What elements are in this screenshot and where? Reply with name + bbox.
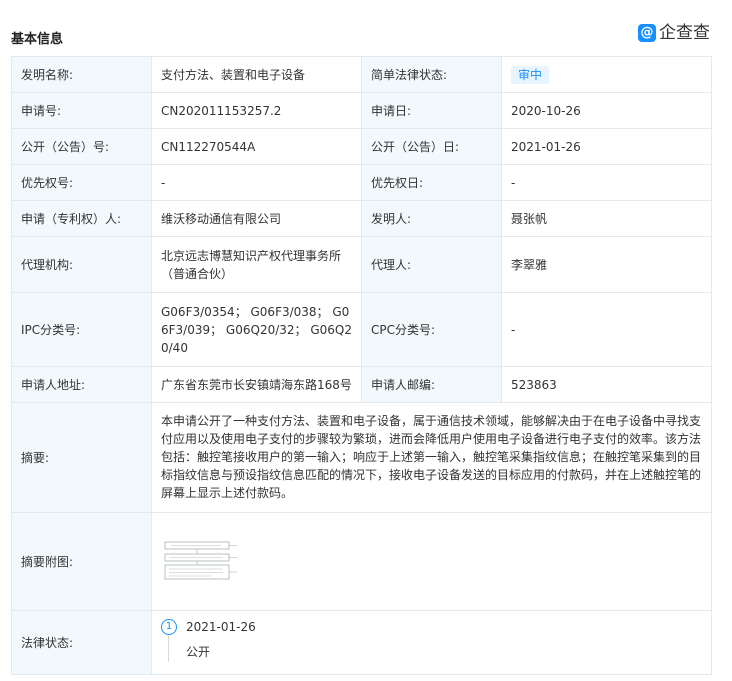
application-date-value: 2020-10-26 — [501, 92, 712, 129]
application-date-label: 申请日: — [361, 92, 502, 129]
table-row: 申请人地址: 广东省东莞市长安镇靖海东路168号 申请人邮编: 523863 — [11, 366, 712, 403]
inventor-value: 聂张帆 — [501, 200, 712, 237]
section-header: 基本信息 @ 企查查 — [0, 0, 732, 56]
ipc-label: IPC分类号: — [11, 292, 152, 367]
table-row: 发明名称: 支付方法、装置和电子设备 简单法律状态: 审中 — [11, 56, 712, 93]
status-badge: 审中 — [511, 65, 550, 84]
ipc-value: G06F3/0354； G06F3/038； G06F3/039； G06Q20… — [151, 292, 362, 367]
postcode-value: 523863 — [501, 366, 712, 403]
timeline-step-number: 1 — [161, 618, 177, 635]
publication-date-value: 2021-01-26 — [501, 128, 712, 165]
abstract-figure-thumbnail[interactable] — [161, 540, 253, 584]
table-row: 摘要: 本申请公开了一种支付方法、装置和电子设备，属于通信技术领域，能够解决由于… — [11, 402, 712, 513]
publication-no-value: CN112270544A — [151, 128, 362, 165]
postcode-label: 申请人邮编: — [361, 366, 502, 403]
address-value: 广东省东莞市长安镇靖海东路168号 — [151, 366, 362, 403]
cpc-label: CPC分类号: — [361, 292, 502, 367]
applicant-link[interactable]: 维沃移动通信有限公司 — [151, 200, 362, 237]
invention-name-label: 发明名称: — [11, 56, 152, 93]
priority-no-value: - — [151, 164, 362, 201]
timeline-status: 公开 — [186, 644, 211, 659]
table-row: 代理机构: 北京远志博慧知识产权代理事务所（普通合伙） 代理人: 李翠雅 — [11, 236, 712, 293]
legal-status-brief-cell: 审中 — [501, 56, 712, 93]
cpc-value: - — [501, 292, 712, 367]
agent-label: 代理人: — [361, 236, 502, 293]
abstract-figure-label: 摘要附图: — [11, 512, 152, 611]
priority-no-label: 优先权号: — [11, 164, 152, 201]
table-row: 申请号: CN202011153257.2 申请日: 2020-10-26 — [11, 92, 712, 129]
qichacha-logo-icon: @ — [638, 24, 656, 42]
table-row: 法律状态: 1 2021-01-26 公开 — [11, 610, 712, 675]
section-title: 基本信息 — [11, 32, 64, 47]
invention-name-value: 支付方法、装置和电子设备 — [151, 56, 362, 93]
priority-date-value: - — [501, 164, 712, 201]
applicant-label: 申请（专利权）人: — [11, 200, 152, 237]
legal-status-label: 法律状态: — [11, 610, 152, 675]
legal-status-timeline: 1 2021-01-26 公开 — [161, 618, 702, 667]
legal-status-cell: 1 2021-01-26 公开 — [151, 610, 712, 675]
agency-label: 代理机构: — [11, 236, 152, 293]
table-row: 申请（专利权）人: 维沃移动通信有限公司 发明人: 聂张帆 — [11, 200, 712, 237]
application-no-label: 申请号: — [11, 92, 152, 129]
abstract-text: 本申请公开了一种支付方法、装置和电子设备，属于通信技术领域，能够解决由于在电子设… — [151, 402, 712, 513]
agent-value: 李翠雅 — [501, 236, 712, 293]
patent-info-table: 发明名称: 支付方法、装置和电子设备 简单法律状态: 审中 申请号: CN202… — [11, 56, 712, 675]
address-label: 申请人地址: — [11, 366, 152, 403]
timeline-date: 2021-01-26 — [186, 619, 256, 634]
qichacha-logo[interactable]: @ 企查查 — [638, 23, 710, 43]
table-row: 摘要附图: — [11, 512, 712, 611]
abstract-label: 摘要: — [11, 402, 152, 513]
priority-date-label: 优先权日: — [361, 164, 502, 201]
inventor-label: 发明人: — [361, 200, 502, 237]
timeline-connector — [168, 635, 169, 662]
agency-link[interactable]: 北京远志博慧知识产权代理事务所（普通合伙） — [151, 236, 362, 293]
legal-status-brief-label: 简单法律状态: — [361, 56, 502, 93]
publication-no-label: 公开（公告）号: — [11, 128, 152, 165]
abstract-figure-cell — [151, 512, 712, 611]
table-row: IPC分类号: G06F3/0354； G06F3/038； G06F3/039… — [11, 292, 712, 367]
application-no-value: CN202011153257.2 — [151, 92, 362, 129]
table-row: 公开（公告）号: CN112270544A 公开（公告）日: 2021-01-2… — [11, 128, 712, 165]
publication-date-label: 公开（公告）日: — [361, 128, 502, 165]
table-row: 优先权号: - 优先权日: - — [11, 164, 712, 201]
qichacha-logo-text: 企查查 — [659, 23, 710, 43]
